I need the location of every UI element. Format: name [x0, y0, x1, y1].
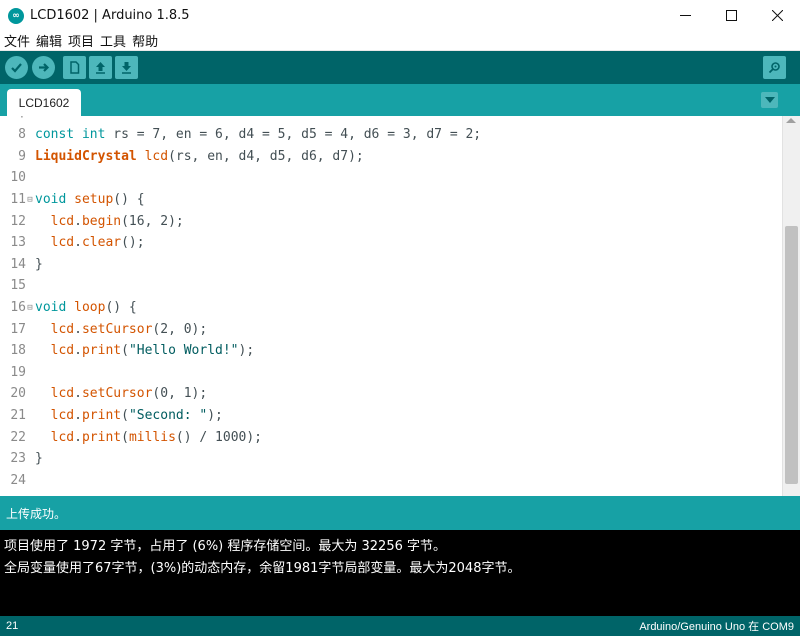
code-text: void loop() { — [35, 300, 137, 316]
line-number: 20 — [10, 386, 26, 402]
line-number: 8 — [18, 127, 26, 143]
code-text: LiquidCrystal lcd(rs, en, d4, d5, d6, d7… — [35, 148, 364, 164]
maximize-icon — [725, 10, 737, 21]
save-button[interactable] — [115, 56, 138, 79]
chevron-down-icon — [764, 96, 775, 103]
scrollbar-thumb[interactable] — [785, 226, 798, 484]
console-line: 全局变量使用了67字节，(3%)的动态内存，余留1981字节局部变量。最大为20… — [4, 561, 521, 576]
code-line: 15 — [0, 275, 782, 297]
line-number: 19 — [10, 364, 26, 380]
scroll-up-icon[interactable] — [786, 118, 796, 123]
code-line: 21 lcd.print("Second: "); — [0, 405, 782, 427]
close-button[interactable] — [754, 0, 800, 31]
open-button[interactable] — [89, 56, 112, 79]
minimize-icon — [679, 15, 691, 16]
code-text: const int rs = 7, en = 6, d4 = 5, d5 = 4… — [35, 127, 482, 143]
new-sketch-button[interactable] — [63, 56, 86, 79]
status-bar: 上传成功。 — [0, 496, 800, 530]
menu-file[interactable]: 文件 — [4, 31, 30, 50]
board-port-info: Arduino/Genuino Uno 在 COM9 — [639, 621, 794, 633]
footer-bar: 21 Arduino/Genuino Uno 在 COM9 — [0, 616, 800, 636]
line-number: 14 — [10, 256, 26, 272]
line-number: 23 — [10, 451, 26, 467]
editor-scrollbar[interactable] — [782, 116, 800, 496]
line-number: 15 — [10, 278, 26, 294]
menu-help[interactable]: 帮助 — [132, 31, 158, 50]
status-message: 上传成功。 — [6, 506, 67, 521]
code-text: lcd.setCursor(0, 1); — [50, 386, 208, 402]
code-line: 9 LiquidCrystal lcd(rs, en, d4, d5, d6, … — [0, 146, 782, 168]
close-icon — [771, 10, 783, 21]
line-number: 17 — [10, 321, 26, 337]
line-number: 13 — [10, 235, 26, 251]
tab-strip: LCD1602 — [0, 84, 800, 116]
code-text: } — [35, 256, 43, 272]
menu-tools[interactable]: 工具 — [100, 31, 126, 50]
menu-bar: 文件 编辑 项目 工具 帮助 — [0, 31, 800, 51]
new-file-icon — [70, 61, 80, 74]
code-text: lcd.begin(16, 2); — [50, 213, 184, 229]
code-text: lcd.print(millis() / 1000); — [50, 429, 262, 445]
cursor-line-number: 21 — [6, 620, 19, 632]
code-line: 17 lcd.setCursor(2, 0); — [0, 318, 782, 340]
title-bar: ∞ LCD1602 | Arduino 1.8.5 — [0, 0, 800, 31]
code-line: 22 lcd.print(millis() / 1000); — [0, 426, 782, 448]
line-number: 22 — [10, 429, 26, 445]
serial-monitor-button[interactable] — [763, 56, 786, 79]
minimize-button[interactable] — [662, 0, 708, 31]
maximize-button[interactable] — [708, 0, 754, 31]
line-number: 18 — [10, 343, 26, 359]
code-line: 11 ⊟ void setup() { — [0, 189, 782, 211]
code-line: 10 — [0, 167, 782, 189]
upload-icon — [39, 63, 50, 72]
code-line: 14 } — [0, 254, 782, 276]
verify-button[interactable] — [5, 56, 28, 79]
code-line: 18 lcd.print("Hello World!"); — [0, 340, 782, 362]
line-number: 16 — [10, 300, 26, 316]
code-line: 24 — [0, 470, 782, 492]
code-line: 23 } — [0, 448, 782, 470]
magnifier-icon — [768, 62, 780, 74]
console-line: 项目使用了 1972 字节，占用了 (6%) 程序存储空间。最大为 32256 … — [4, 539, 447, 554]
upload-button[interactable] — [32, 56, 55, 79]
code-text: lcd.setCursor(2, 0); — [50, 321, 208, 337]
line-number: 9 — [18, 148, 26, 164]
code-text: lcd.clear(); — [50, 235, 145, 251]
scrolled-line-stub: · — [20, 116, 24, 124]
tab-menu-button[interactable] — [761, 92, 778, 108]
toolbar — [0, 51, 800, 84]
line-number: 11 — [10, 192, 26, 208]
code-line: 13 lcd.clear(); — [0, 232, 782, 254]
code-line: 20 lcd.setCursor(0, 1); — [0, 383, 782, 405]
code-line: 8 const int rs = 7, en = 6, d4 = 5, d5 =… — [0, 124, 782, 146]
tab-lcd1602[interactable]: LCD1602 — [7, 89, 81, 116]
fold-marker[interactable]: ⊟ — [26, 303, 34, 313]
code-text: } — [35, 451, 43, 467]
code-text: void setup() { — [35, 192, 145, 208]
open-arrow-up-icon — [96, 62, 105, 74]
line-number: 24 — [10, 472, 26, 488]
line-number: 21 — [10, 408, 26, 424]
menu-edit[interactable]: 编辑 — [36, 31, 62, 50]
save-arrow-down-icon — [122, 62, 131, 74]
fold-marker[interactable]: ⊟ — [26, 195, 34, 205]
code-text: lcd.print("Hello World!"); — [50, 343, 255, 359]
output-console[interactable]: 项目使用了 1972 字节，占用了 (6%) 程序存储空间。最大为 32256 … — [0, 530, 800, 616]
code-line: 16 ⊟ void loop() { — [0, 297, 782, 319]
verify-icon — [11, 63, 22, 73]
menu-sketch[interactable]: 项目 — [68, 31, 94, 50]
window-controls — [662, 0, 800, 31]
code-text: lcd.print("Second: "); — [50, 408, 223, 424]
line-number: 12 — [10, 213, 26, 229]
code-line: 12 lcd.begin(16, 2); — [0, 210, 782, 232]
arduino-logo-icon: ∞ — [8, 7, 24, 24]
window-title: LCD1602 | Arduino 1.8.5 — [30, 8, 190, 23]
code-line: 19 — [0, 362, 782, 384]
line-number: 10 — [10, 170, 26, 186]
code-editor[interactable]: · 8 const int rs = 7, en = 6, d4 = 5, d5… — [0, 116, 800, 496]
